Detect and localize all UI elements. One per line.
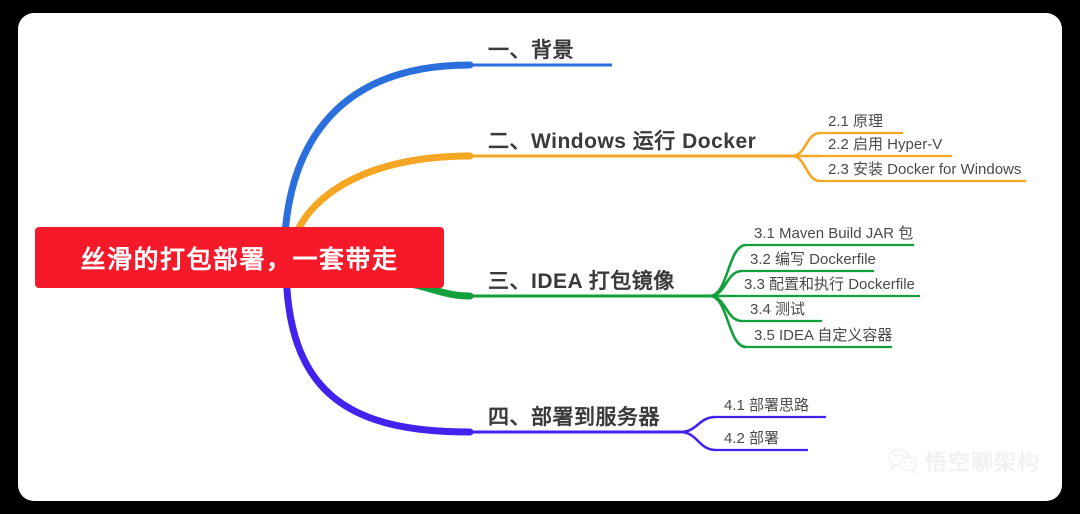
branch-title-2: 二、Windows 运行 Docker [488,130,757,153]
subitem-3-1[interactable]: 3.1 Maven Build JAR 包 [754,224,913,244]
subitem-2-2[interactable]: 2.2 启用 Hyper-V [828,135,942,155]
branch-node-3[interactable]: 三、IDEA 打包镜像 [488,269,675,295]
subitem-4-1[interactable]: 4.1 部署思路 [724,396,809,416]
subitem-2-3-label: 2.3 安装 Docker for Windows [828,161,1022,178]
branch-node-1[interactable]: 一、背景 [488,38,574,64]
connector-branch-4 [282,259,474,436]
subitem-3-3[interactable]: 3.3 配置和执行 Dockerfile [744,275,915,295]
connector-item-4-1 [679,415,717,434]
subitem-2-1-label: 2.1 原理 [828,113,884,130]
subitem-3-1-label: 3.1 Maven Build JAR 包 [754,225,914,242]
branch-node-4[interactable]: 四、部署到服务器 [488,405,660,431]
wechat-icon [888,448,918,474]
branch-title-1: 一、背景 [488,39,574,62]
branch-title-4: 四、部署到服务器 [488,406,660,429]
subitem-4-1-label: 4.1 部署思路 [724,397,810,414]
connector-item-4-2 [679,430,717,452]
subitem-3-2[interactable]: 3.2 编写 Dockerfile [750,250,876,270]
connector-item-2-3 [791,154,821,183]
subitem-2-3[interactable]: 2.3 安装 Docker for Windows [828,160,1021,180]
subitem-3-3-label: 3.3 配置和执行 Dockerfile [744,276,915,293]
subitem-3-2-label: 3.2 编写 Dockerfile [750,251,876,268]
central-topic-label: 丝滑的打包部署，一套带走 [80,245,399,274]
subitem-3-4[interactable]: 3.4 测试 [750,300,805,320]
connector-item-2-1 [791,131,821,158]
mindmap-canvas: 丝滑的打包部署，一套带走 一、背景 二、Windows 运行 Docker 2.… [18,13,1062,501]
subitem-2-1[interactable]: 2.1 原理 [828,112,883,132]
branch-node-2[interactable]: 二、Windows 运行 Docker [488,129,756,155]
subitem-3-5[interactable]: 3.5 IDEA 自定义容器 [754,326,892,346]
subitem-4-2-label: 4.2 部署 [724,430,780,447]
subitem-2-2-label: 2.2 启用 Hyper-V [828,136,943,153]
central-topic-node[interactable]: 丝滑的打包部署，一套带走 [35,227,444,288]
subitem-4-2[interactable]: 4.2 部署 [724,429,779,449]
watermark: 悟空聊架构 [888,445,1040,477]
branch-title-3: 三、IDEA 打包镜像 [488,270,675,293]
subitem-3-4-label: 3.4 测试 [750,301,806,318]
screenshot-stage: 丝滑的打包部署，一套带走 一、背景 二、Windows 运行 Docker 2.… [0,0,1080,514]
subitem-3-5-label: 3.5 IDEA 自定义容器 [754,327,893,344]
watermark-label: 悟空聊架构 [924,450,1040,475]
